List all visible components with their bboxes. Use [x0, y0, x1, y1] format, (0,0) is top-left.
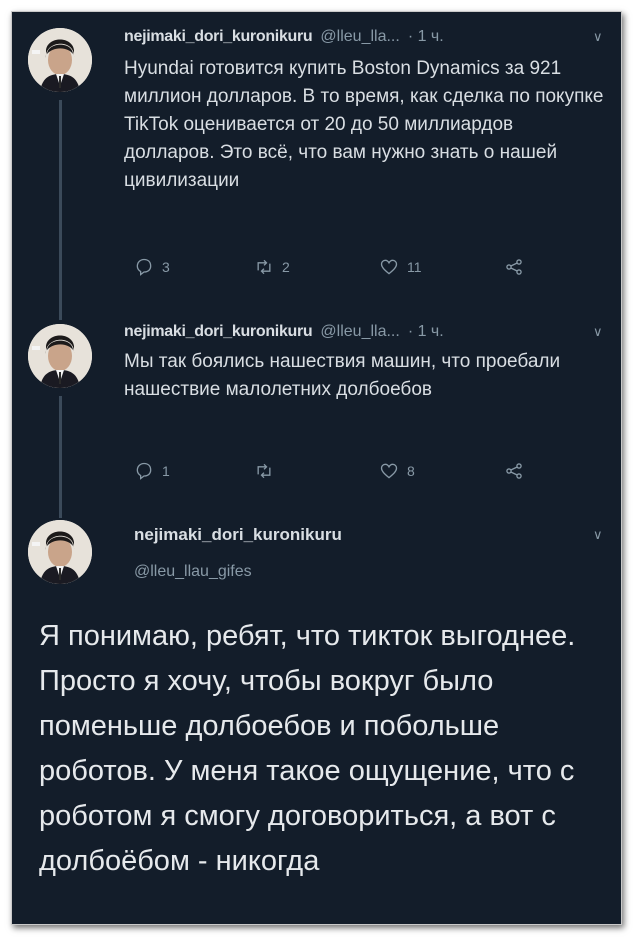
avatar[interactable] [28, 520, 92, 584]
author-handle[interactable]: @lleu_llau_gifes [134, 563, 252, 581]
chevron-down-icon[interactable]: ∨ [593, 527, 603, 543]
screenshot-frame: nejimaki_dori_kuronikuru @lleu_lla... · 1 … [11, 11, 622, 925]
main-tweet-text: Я понимаю, ребят, что тикток выгоднее. П… [39, 620, 576, 877]
main-tweet[interactable]: nejimaki_dori_kuronikuru @lleu_llau_gife… [12, 12, 621, 924]
author-name[interactable]: nejimaki_dori_kuronikuru [134, 525, 342, 545]
